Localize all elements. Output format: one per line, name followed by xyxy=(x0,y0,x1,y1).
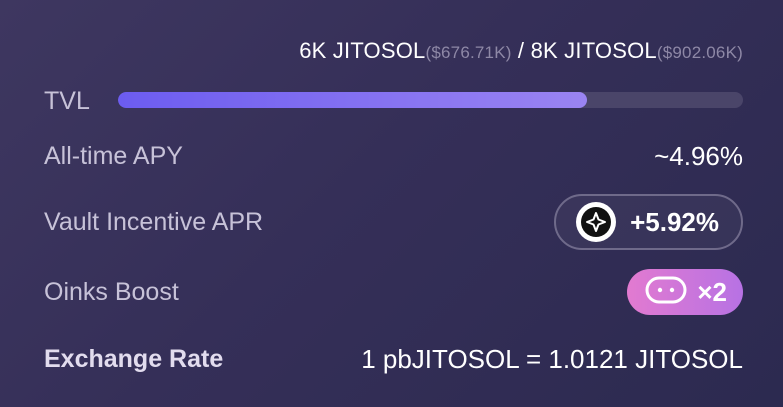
tvl-progress-fill xyxy=(118,92,587,108)
apy-row: All-time APY ~4.96% xyxy=(44,138,743,174)
tvl-separator: / xyxy=(511,38,531,63)
incentive-row: Vault Incentive APR +5.92% xyxy=(44,192,743,252)
incentive-label: Vault Incentive APR xyxy=(44,207,264,236)
tvl-row: TVL xyxy=(44,84,743,118)
incentive-value: +5.92% xyxy=(630,206,719,237)
tvl-amounts: 6K JITOSOL($676.71K) / 8K JITOSOL($902.0… xyxy=(299,38,743,64)
tvl-current-usd: ($676.71K) xyxy=(425,43,512,62)
token-icon xyxy=(576,202,617,242)
oinks-boost-badge[interactable]: ×2 xyxy=(627,269,743,315)
pig-icon xyxy=(645,275,687,310)
tvl-label: TVL xyxy=(44,86,90,115)
apy-value: ~4.96% xyxy=(654,140,743,171)
tvl-max-amount: 8K JITOSOL xyxy=(530,38,657,63)
tvl-progress-bar xyxy=(118,92,743,108)
oinks-row: Oinks Boost ×2 xyxy=(44,268,743,316)
oinks-value: ×2 xyxy=(697,276,727,307)
oinks-label: Oinks Boost xyxy=(44,277,179,306)
exchange-row: Exchange Rate 1 pbJITOSOL = 1.0121 JITOS… xyxy=(44,340,743,378)
tvl-current-amount: 6K JITOSOL xyxy=(299,38,426,63)
apy-label: All-time APY xyxy=(44,141,183,170)
exchange-value: 1 pbJITOSOL = 1.0121 JITOSOL xyxy=(361,343,743,374)
exchange-label: Exchange Rate xyxy=(44,344,224,373)
tvl-max-usd: ($902.06K) xyxy=(656,43,743,62)
incentive-badge[interactable]: +5.92% xyxy=(554,194,743,250)
